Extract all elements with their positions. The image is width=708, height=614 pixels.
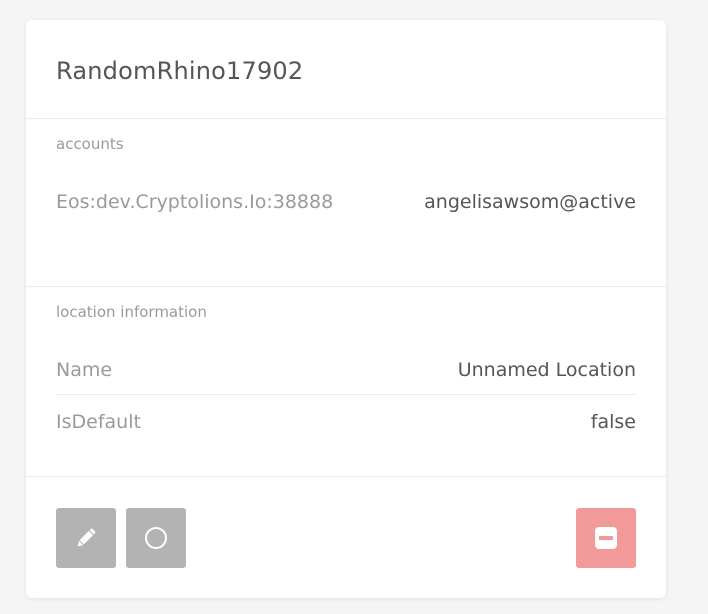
pencil-icon: [77, 528, 96, 547]
select-button[interactable]: [126, 508, 186, 568]
divider: [26, 286, 666, 287]
minus-square-icon: [595, 527, 617, 549]
row-divider: [56, 394, 636, 395]
delete-button[interactable]: [576, 508, 636, 568]
divider: [26, 476, 666, 477]
is-default-label: IsDefault: [56, 411, 141, 433]
is-default-value: false: [590, 411, 636, 433]
accounts-section-label: accounts: [56, 135, 124, 153]
location-section-label: location information: [56, 303, 207, 321]
location-name-value: Unnamed Location: [457, 359, 636, 381]
location-name-label: Name: [56, 359, 113, 381]
location-card: RandomRhino17902 accounts Eos:dev.Crypto…: [26, 20, 666, 598]
circle-icon: [145, 527, 167, 549]
divider: [26, 118, 666, 119]
account-key: Eos:dev.Cryptolions.Io:38888: [56, 191, 334, 213]
card-title: RandomRhino17902: [56, 57, 304, 85]
edit-button[interactable]: [56, 508, 116, 568]
account-value: angelisawsom@active: [424, 191, 636, 213]
